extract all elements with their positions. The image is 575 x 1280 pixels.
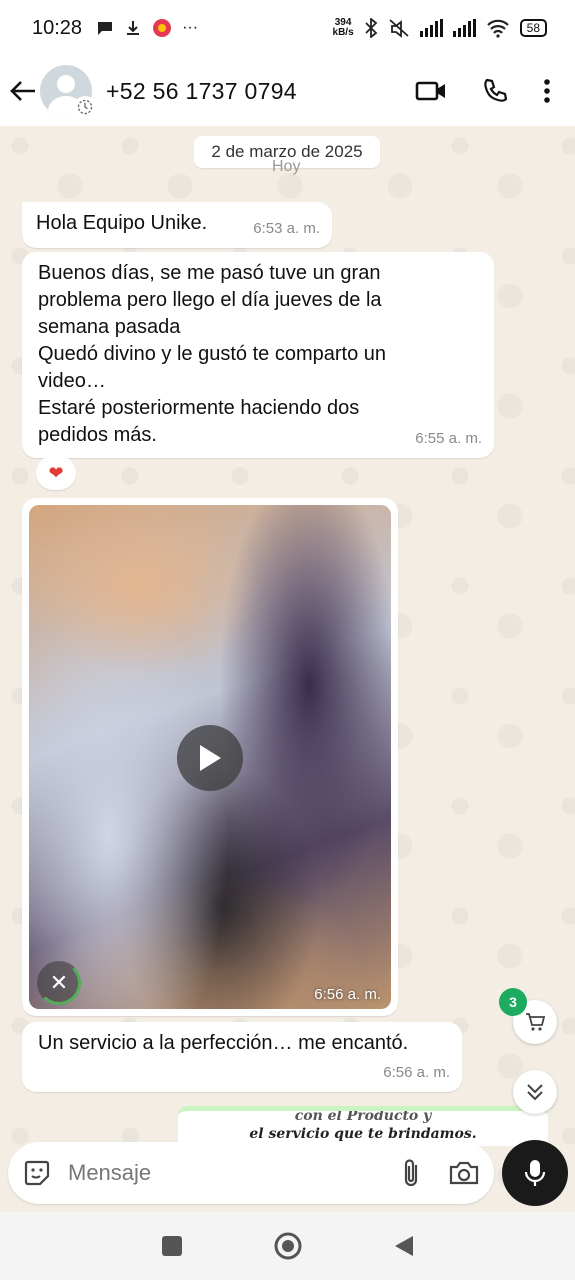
message-bubble-4[interactable]: Un servicio a la perfección… me encantó.…: [22, 1022, 462, 1092]
back-triangle-icon[interactable]: [393, 1234, 415, 1258]
voice-record-button[interactable]: [502, 1140, 568, 1206]
microphone-icon: [524, 1160, 546, 1186]
message-line: Buenos días, se me pasó tuve un gran: [38, 262, 381, 284]
status-bar: 10:28 ··· 394 kB/s 58: [0, 0, 575, 56]
heart-icon: ❤: [48, 462, 64, 483]
battery-indicator: 58: [519, 19, 547, 37]
signal-icon-2: [452, 19, 476, 37]
today-label: Hoy: [272, 158, 301, 175]
chat-area[interactable]: 2 de marzo de 2025 Hoy Hola Equipo Unike…: [0, 126, 575, 1212]
signal-icon-1: [419, 19, 443, 37]
message-bubble-1[interactable]: Hola Equipo Unike. 6:53 a. m.: [22, 202, 332, 248]
wifi-icon: [486, 19, 509, 38]
scroll-to-bottom-button[interactable]: [513, 1070, 557, 1114]
close-icon: ✕: [49, 970, 69, 995]
phone-call-icon[interactable]: [481, 77, 509, 105]
more-notifications-icon: ···: [182, 19, 199, 36]
heart-reaction[interactable]: ❤: [36, 456, 76, 490]
image-caption-line: el servicio que te brindamos.: [249, 1126, 477, 1142]
paperclip-icon[interactable]: [400, 1157, 422, 1189]
message-line: semana pasada: [38, 316, 181, 338]
cart-icon: [526, 1013, 546, 1031]
network-speed: 394 kB/s: [332, 17, 354, 38]
message-text: Hola Equipo Unike.: [36, 212, 208, 234]
cart-count-badge: 3: [499, 988, 527, 1016]
more-options-icon[interactable]: [543, 78, 551, 104]
sticker-icon[interactable]: [22, 1158, 52, 1188]
status-time: 10:28: [32, 16, 83, 39]
download-notification-icon: [127, 21, 140, 35]
double-chevron-down-icon: [527, 1084, 543, 1101]
system-icons: 394 kB/s 58: [333, 18, 547, 38]
chat-notification-icon: [98, 22, 113, 35]
image-caption-line: con el Producto y: [294, 1108, 432, 1124]
mute-icon: [389, 19, 409, 38]
message-time: 6:56 a. m.: [314, 986, 381, 1003]
disappearing-timer-icon: [74, 96, 96, 118]
contact-name[interactable]: +52 56 1737 0794: [106, 78, 297, 105]
home-circle-icon[interactable]: [273, 1231, 303, 1261]
message-time: 6:55 a. m.: [415, 430, 482, 447]
message-line: Estaré posteriormente haciendo dos: [38, 397, 360, 419]
video-call-icon[interactable]: [415, 79, 447, 103]
recents-square-icon[interactable]: [161, 1235, 183, 1257]
cancel-download-button[interactable]: ✕: [37, 961, 81, 1005]
message-text: Un servicio a la perfección… me encantó.: [38, 1032, 409, 1054]
message-line: video…: [38, 370, 106, 392]
app-notification-icon: [153, 19, 172, 37]
video-message[interactable]: ✕ 6:56 a. m.: [22, 498, 398, 1016]
chat-header: +52 56 1737 0794: [0, 56, 575, 126]
message-composer: Mensaje: [8, 1142, 494, 1204]
arrow-left-icon: [10, 81, 35, 101]
message-line: pedidos más.: [38, 424, 157, 446]
bluetooth-icon: [365, 18, 377, 38]
message-line: Quedó divino y le gustó te comparto un: [38, 343, 386, 365]
message-time: 6:56 a. m.: [383, 1064, 450, 1081]
image-message-preview[interactable]: con el Producto y el servicio que te bri…: [178, 1106, 548, 1146]
message-bubble-2[interactable]: Buenos días, se me pasó tuve un gran pro…: [22, 252, 494, 458]
video-thumbnail[interactable]: ✕ 6:56 a. m.: [29, 505, 391, 1009]
system-nav-bar: [0, 1212, 575, 1280]
play-button[interactable]: [177, 725, 243, 791]
message-time: 6:53 a. m.: [253, 220, 320, 237]
notification-icons: ···: [96, 18, 198, 38]
camera-icon[interactable]: [448, 1159, 480, 1187]
message-line: problema pero llego el día jueves de la: [38, 289, 382, 311]
play-icon: [200, 745, 221, 771]
message-input[interactable]: Mensaje: [68, 1160, 151, 1186]
